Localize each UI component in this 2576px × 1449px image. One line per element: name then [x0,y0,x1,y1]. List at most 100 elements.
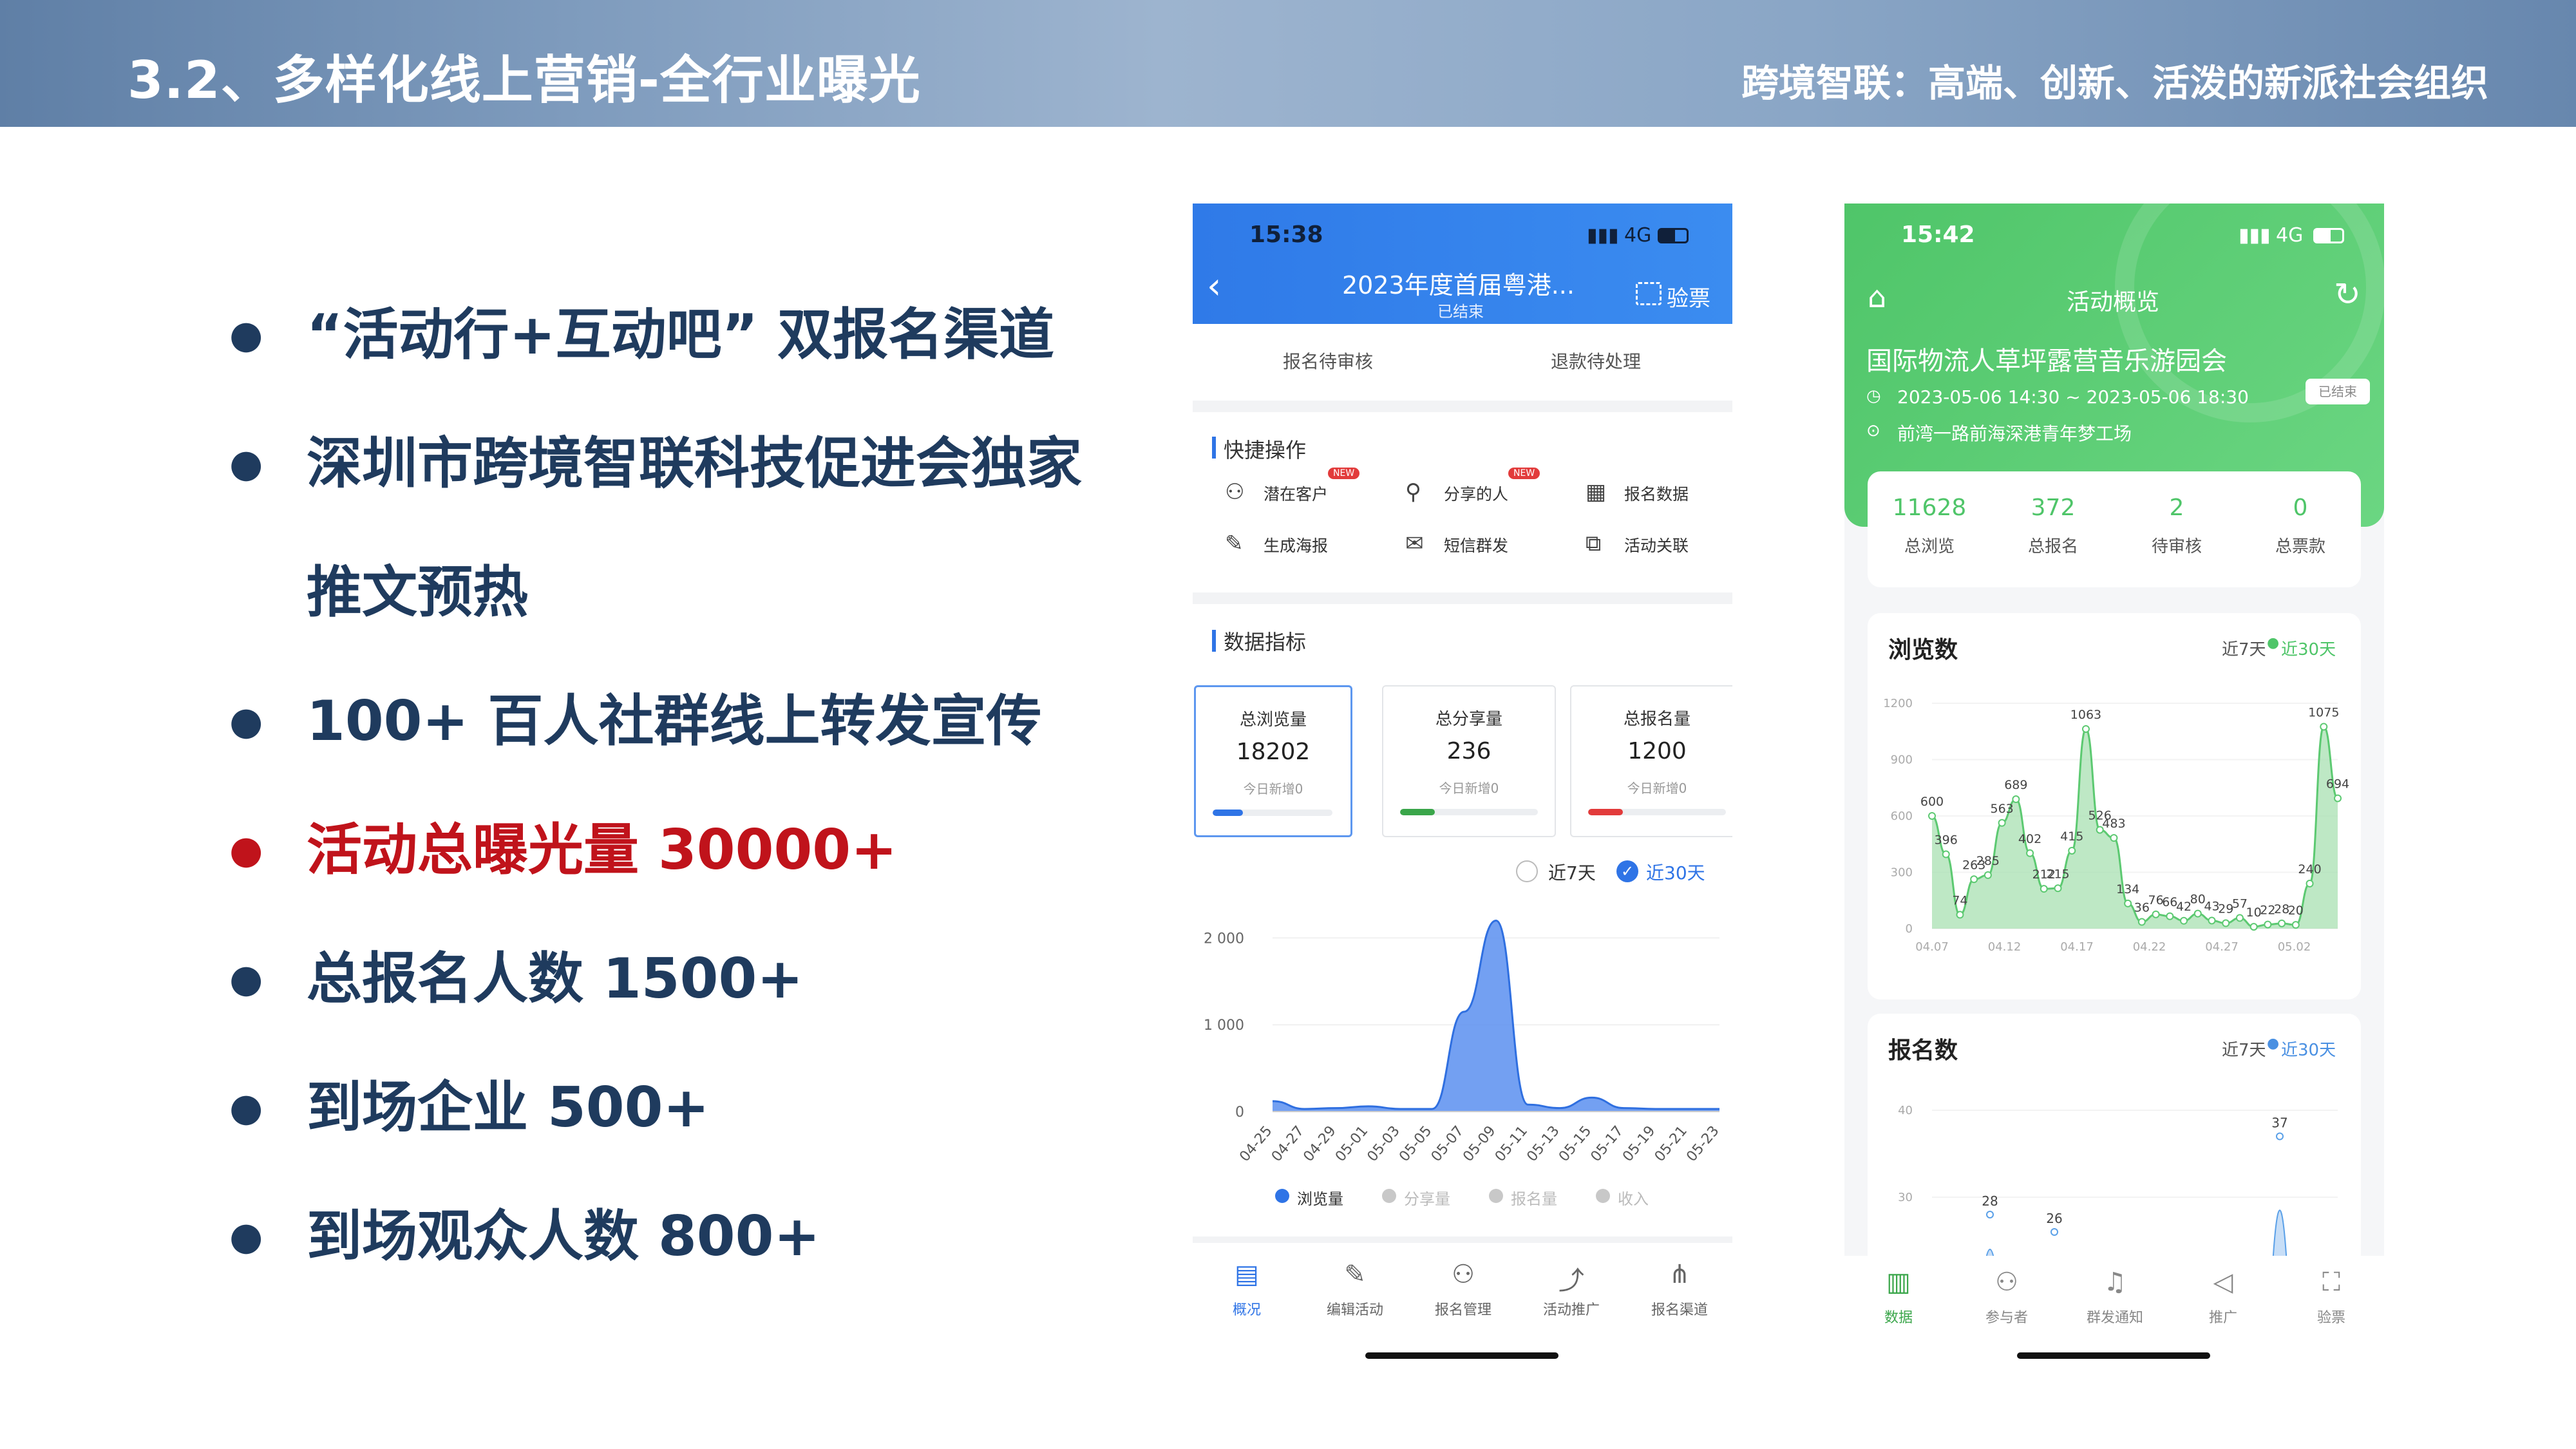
tab-refund-pending[interactable]: 退款待处理 [1551,348,1641,374]
phone-header: 15:38 ▮▮▮ 4G ‹ 2023年度首届粤港... 已结束 验票 [1193,204,1732,324]
x-tick-label: 05-11 [1492,1123,1531,1165]
data-label: 689 [2004,778,2027,792]
radio-7-days[interactable] [1516,860,1538,882]
event-title: 2023年度首届粤港... [1342,271,1575,299]
nav-label[interactable]: 概况 [1195,1298,1298,1319]
metric-today: 今日新增0 [1627,781,1687,796]
new-badge: NEW [1508,468,1540,479]
y-tick-label: 1200 [1883,697,1913,710]
stat-label: 总浏览 [1904,537,1955,556]
nav-label[interactable]: 报名渠道 [1628,1298,1731,1319]
scan-icon[interactable]: ⛶ [2316,1267,2347,1297]
ticket-check-button[interactable]: 验票 [1667,281,1710,312]
nav-label[interactable]: 活动推广 [1520,1298,1623,1319]
bullet-dot-icon: ● [229,1214,263,1259]
users-icon[interactable]: ⚇ [1448,1260,1479,1289]
refresh-icon[interactable]: ↻ [2334,276,2361,313]
quick-action-label[interactable]: 生成海报 [1264,533,1328,556]
bell-icon[interactable]: ♫ [2099,1267,2130,1297]
section-marker [1212,630,1216,652]
data-point [2320,723,2328,731]
nav-label[interactable]: 验票 [2280,1306,2383,1327]
user-search-icon: ⚲ [1405,479,1421,505]
quick-action-label[interactable]: 报名数据 [1624,482,1689,505]
bar-chart-icon[interactable]: ▥ [1883,1267,1914,1297]
y-tick-label: 40 [1898,1104,1913,1117]
data-label: 20 [2288,904,2304,918]
x-tick-label: 04-25 [1236,1123,1275,1165]
y-tick-label: 30 [1898,1191,1913,1204]
chart-icon[interactable]: ▤ [1231,1260,1262,1289]
event-status: 已结束 [1437,303,1484,321]
status-time: 15:42 [1901,222,1975,248]
title-banner: 3.2、多样化线上营销-全行业曝光 跨境智联：高端、创新、活泼的新派社会组织 [0,0,2576,127]
legend-item[interactable]: 收入 [1618,1186,1649,1209]
data-label: 600 [1920,795,1944,809]
data-label: 42 [2176,900,2192,914]
data-label: 10 [2246,905,2262,920]
home-icon[interactable]: ⌂ [1868,279,1886,314]
tab-pending-review[interactable]: 报名待审核 [1283,348,1373,374]
x-tick-label: 05-03 [1365,1123,1403,1165]
edit-icon[interactable]: ✎ [1340,1260,1370,1289]
data-point [2180,916,2188,925]
nav-label[interactable]: 编辑活动 [1303,1298,1406,1319]
data-label: 76 [2148,893,2163,907]
metric-progress-track [1400,809,1538,815]
nav-label[interactable]: 推广 [2172,1306,2275,1327]
scan-icon[interactable] [1636,282,1662,305]
quick-action-label[interactable]: 分享的人 [1444,482,1508,505]
legend-item[interactable]: 报名量 [1511,1186,1557,1209]
x-tick-label: 04-29 [1300,1123,1339,1165]
nav-label[interactable]: 参与者 [1955,1306,2058,1327]
x-tick-label: 04.12 [1988,940,2022,954]
quick-action-label[interactable]: 活动关联 [1624,533,1689,556]
data-label: 402 [2018,832,2041,846]
participant-icon[interactable]: ⚇ [1991,1267,2022,1297]
nav-label[interactable]: 数据 [1847,1306,1950,1327]
signup-chart-card: 报名数 近7天 ● 近30天 4030202128212637 [1868,1014,2361,1284]
bullet-text: 活动总曝光量 30000+ [307,818,898,882]
range-30-days[interactable]: 近30天 [1646,859,1705,885]
range-7-days[interactable]: 近7天 [2222,1037,2266,1061]
data-point [2278,919,2286,927]
back-arrow-icon[interactable]: ‹ [1207,265,1221,307]
metric-card[interactable]: 总分享量 236 今日新增0 [1382,685,1556,837]
legend-dot-icon [1489,1189,1503,1203]
network-label: 4G [1624,224,1652,247]
battery-icon [1658,228,1689,243]
stats-card: 11628 总浏览 372 总报名 2 待审核 0 总票款 [1868,471,2361,587]
data-point [2222,919,2230,927]
radio-30-days-checked-icon[interactable]: ✓ [1616,860,1638,882]
legend-item[interactable]: 分享量 [1404,1186,1450,1209]
megaphone-icon[interactable]: ◁ [2208,1267,2239,1297]
nav-label[interactable]: 群发通知 [2063,1306,2166,1327]
legend-dot-icon [1275,1189,1289,1203]
bullet-text: 100+ 百人社群线上转发宣传 [307,689,1042,753]
share-icon[interactable]: ⤴ [1556,1260,1587,1297]
metric-card[interactable]: 总报名量 1200 今日新增0 [1570,685,1732,837]
range-30-days[interactable]: 近30天 [2281,636,2336,660]
range-30-days[interactable]: 近30天 [2281,1037,2336,1061]
quick-action-label[interactable]: 短信群发 [1444,533,1508,556]
channel-icon[interactable]: ⋔ [1664,1260,1695,1289]
data-point [2208,916,2216,925]
bullet-dot-icon: ● [229,1085,263,1130]
data-point [1928,812,1936,820]
nav-label[interactable]: 报名管理 [1412,1298,1515,1319]
poster-icon: ✎ [1225,531,1244,556]
quick-action-label[interactable]: 潜在客户 [1264,482,1328,505]
range-7-days[interactable]: 近7天 [1548,859,1596,885]
range-7-days[interactable]: 近7天 [2222,636,2266,660]
x-tick-label: 05-09 [1460,1123,1499,1165]
y-tick-label: 0 [1235,1104,1244,1121]
legend-item[interactable]: 浏览量 [1297,1186,1343,1209]
data-point [1956,911,1964,919]
data-point [2276,1132,2284,1141]
y-tick-label: 1 000 [1204,1018,1244,1034]
bullet-text: “活动行+互动吧” 双报名渠道 [307,303,1055,367]
data-point [2306,880,2314,887]
metric-card[interactable]: 总浏览量 18202 今日新增0 [1194,685,1352,837]
browse-chart-card: 浏览数 近7天 ● 近30天 1200 900 600 300 0 600 396 74 263… [1868,613,2361,999]
section-marker [1212,437,1216,459]
